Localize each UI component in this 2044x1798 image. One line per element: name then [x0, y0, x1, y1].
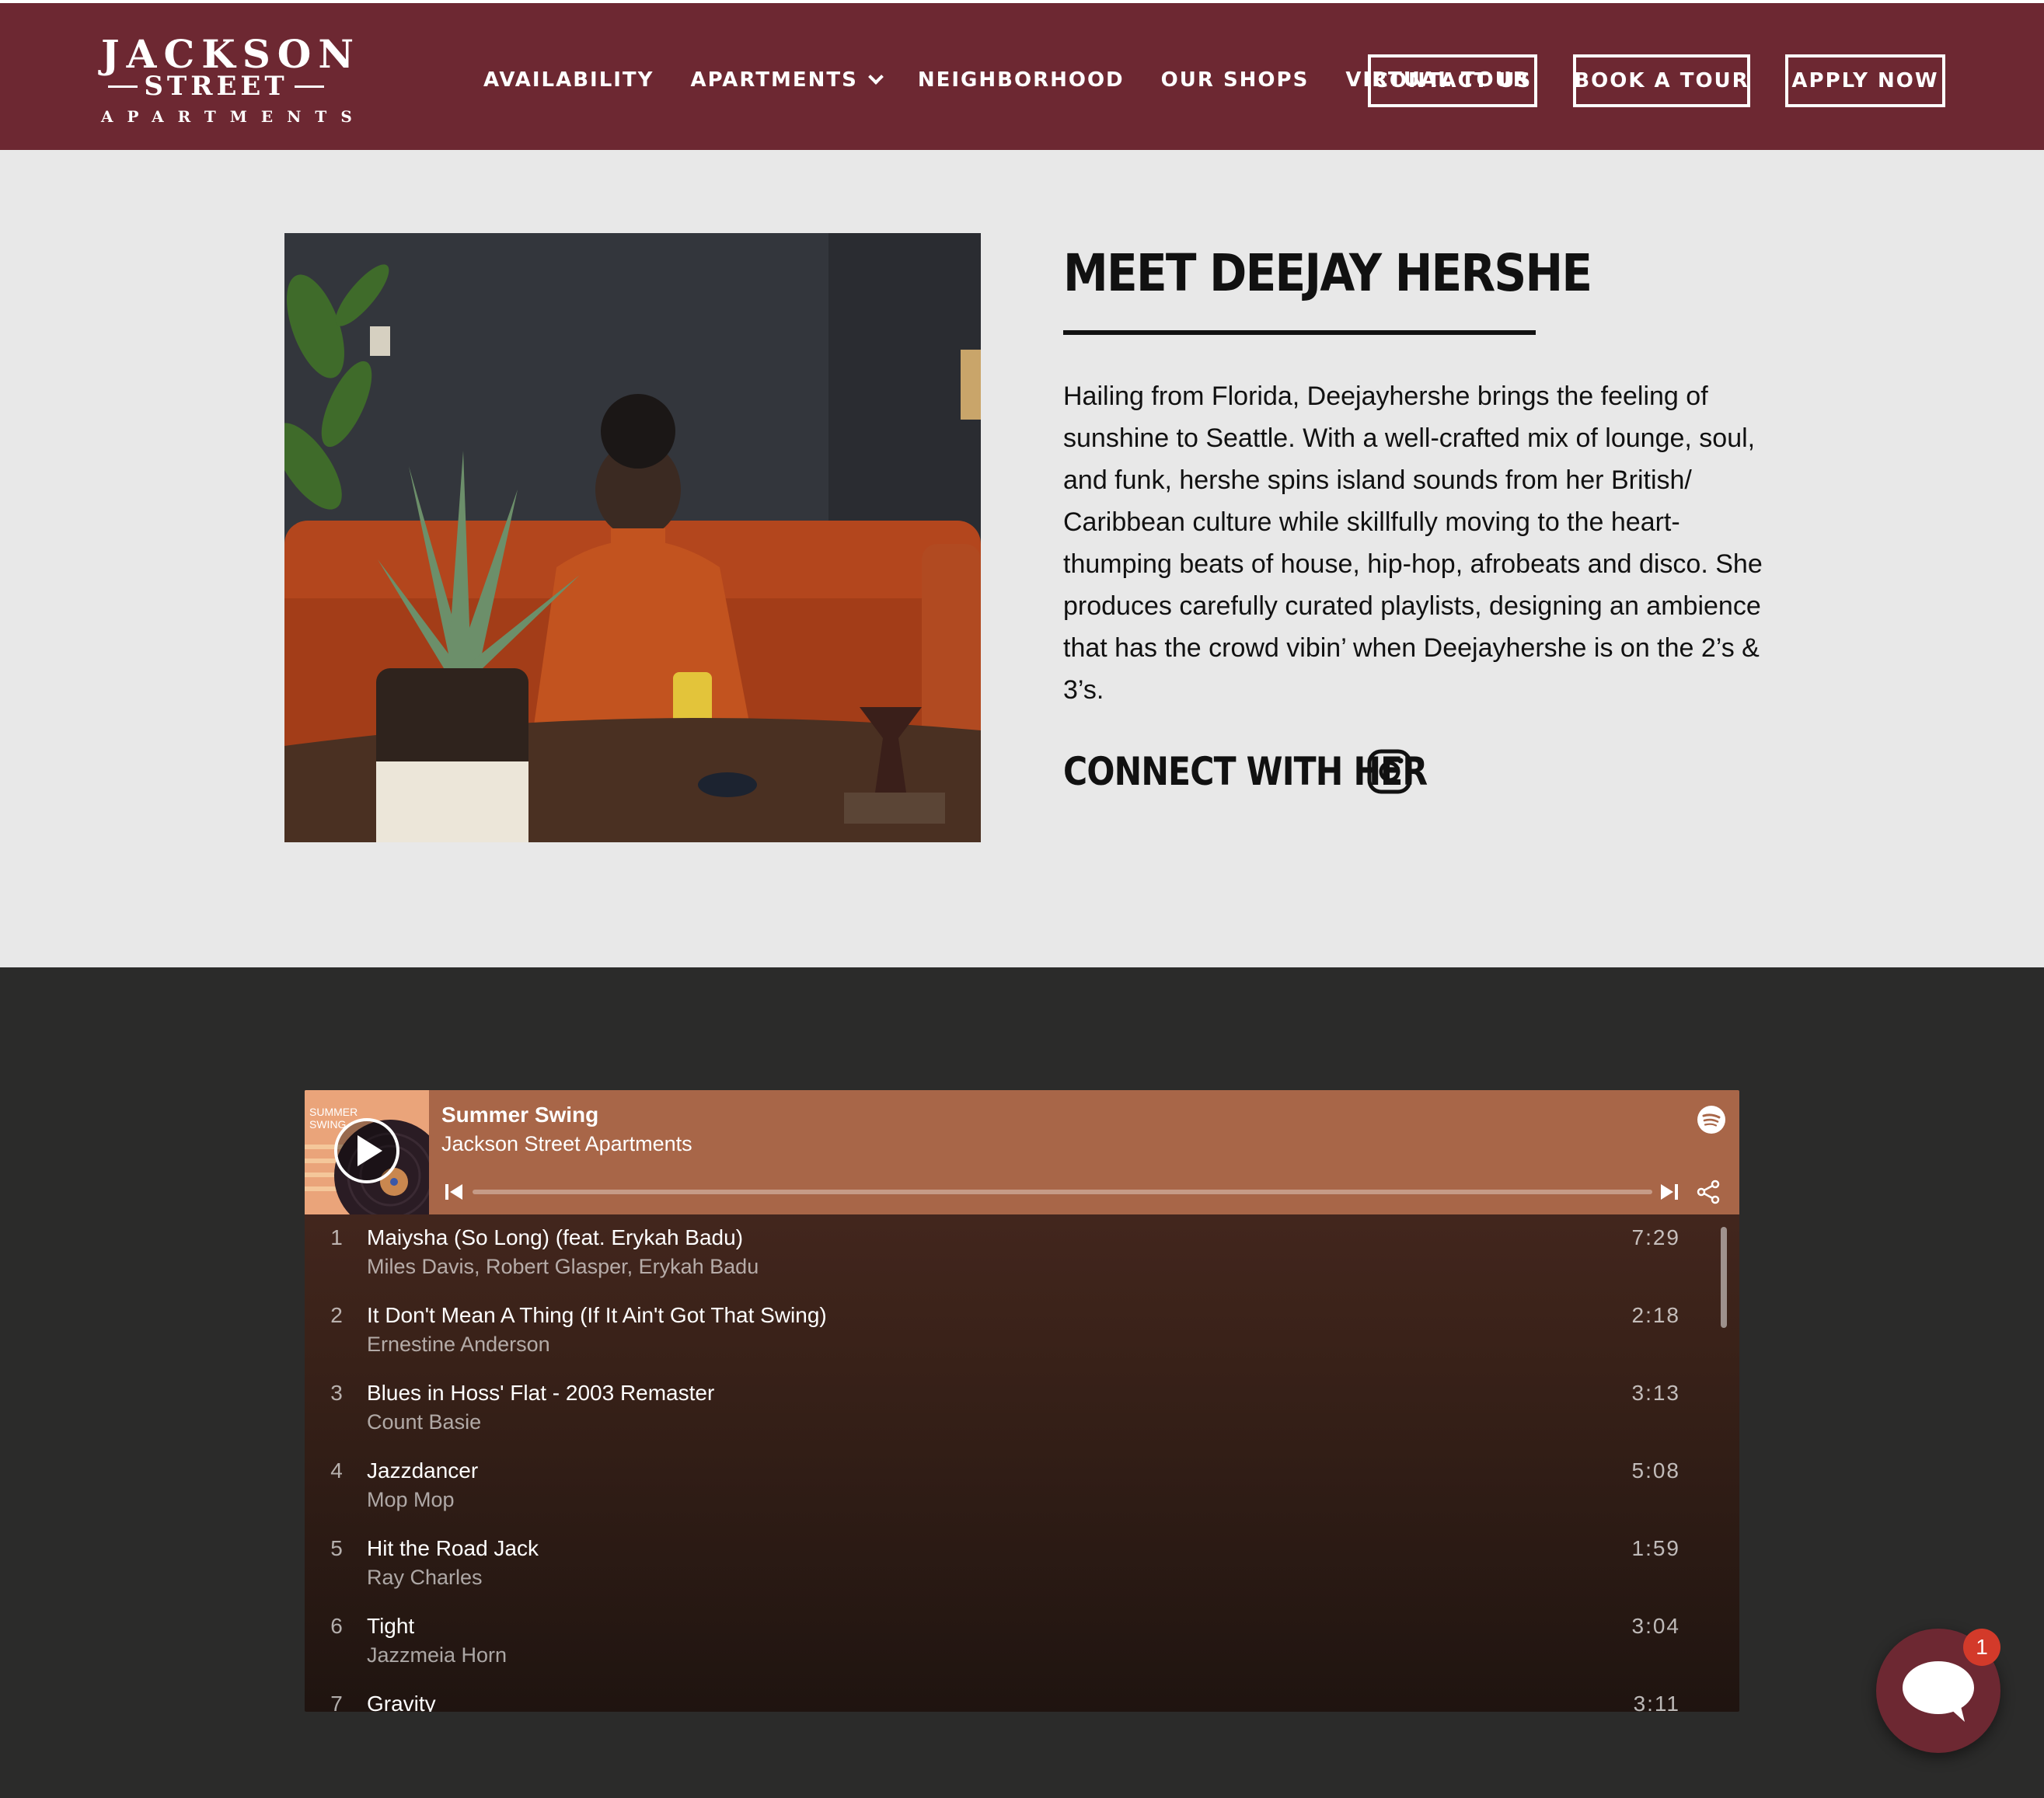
- track-row[interactable]: 4 Jazzdancer Mop Mop 5:08: [305, 1448, 1739, 1525]
- playlist-title[interactable]: Summer Swing: [441, 1103, 598, 1127]
- track-name: Tight: [367, 1614, 415, 1638]
- connect-row: CONNECT WITH HER: [1063, 748, 1428, 795]
- track-name: Maiysha (So Long) (feat. Erykah Badu): [367, 1225, 744, 1249]
- track-duration: 3:04: [1631, 1614, 1680, 1638]
- track-row[interactable]: 6 Tight Jazzmeia Horn 3:04: [305, 1603, 1739, 1681]
- logo-line-apartments: APARTMENTS: [101, 107, 366, 126]
- track-row[interactable]: 2 It Don't Mean A Thing (If It Ain't Got…: [305, 1292, 1739, 1370]
- track-list-scrollbar[interactable]: [1721, 1227, 1727, 1328]
- site-header: JACKSON STREET APARTMENTS AVAILABILITY A…: [0, 0, 2044, 150]
- track-row[interactable]: 3 Blues in Hoss' Flat - 2003 Remaster Co…: [305, 1370, 1739, 1448]
- track-number: 2: [330, 1303, 343, 1327]
- track-duration: 5:08: [1631, 1458, 1680, 1483]
- logo-street-row: STREET: [101, 67, 331, 106]
- player-header: SUMMER SWING Summer Swing Jackson Street…: [305, 1090, 1739, 1214]
- nav-apartments-label: APARTMENTS: [690, 68, 858, 92]
- track-artist: Ray Charles: [367, 1566, 483, 1589]
- track-duration: 2:18: [1631, 1303, 1680, 1327]
- nav-neighborhood[interactable]: NEIGHBORHOOD: [918, 68, 1125, 92]
- logo-rule-left: [108, 85, 138, 88]
- connect-label: CONNECT WITH HER: [1063, 749, 1428, 794]
- nav-apartments[interactable]: APARTMENTS: [690, 68, 884, 92]
- track-artist: Jazzmeia Horn: [367, 1643, 508, 1667]
- track-number: 6: [330, 1614, 343, 1638]
- next-track-icon[interactable]: [1660, 1182, 1679, 1202]
- track-row[interactable]: 1 Maiysha (So Long) (feat. Erykah Badu) …: [305, 1214, 1739, 1292]
- meet-title: MEET DEEJAY HERSHE: [1063, 243, 1592, 303]
- track-duration: 3:11: [1633, 1692, 1680, 1712]
- track-duration: 7:29: [1631, 1225, 1680, 1249]
- track-artist: Ernestine Anderson: [367, 1333, 550, 1356]
- meet-bio: Hailing from Florida, Deejayhershe bring…: [1063, 382, 1763, 705]
- chat-widget-button[interactable]: 1: [1876, 1629, 2000, 1753]
- contact-us-button[interactable]: CONTACT US: [1368, 54, 1537, 107]
- playlist-section: SUMMER SWING Summer Swing Jackson Street…: [0, 967, 2044, 1798]
- playlist-owner[interactable]: Jackson Street Apartments: [441, 1132, 692, 1156]
- share-icon[interactable]: [1696, 1179, 1721, 1205]
- track-duration: 1:59: [1631, 1536, 1680, 1560]
- track-name: Blues in Hoss' Flat - 2003 Remaster: [367, 1381, 715, 1405]
- meet-title-underline: [1063, 330, 1536, 335]
- chevron-down-icon: [867, 69, 884, 85]
- previous-track-icon[interactable]: [445, 1182, 463, 1202]
- nav-our-shops[interactable]: OUR SHOPS: [1161, 68, 1310, 92]
- track-number: 7: [330, 1692, 343, 1712]
- track-name: Hit the Road Jack: [367, 1536, 539, 1560]
- logo-line-street: STREET: [144, 71, 288, 102]
- track-artist: Count Basie: [367, 1410, 482, 1434]
- track-number: 4: [330, 1458, 343, 1483]
- meet-section: MEET DEEJAY HERSHE Hailing from Florida,…: [0, 150, 2044, 967]
- book-a-tour-button[interactable]: BOOK A TOUR: [1573, 54, 1750, 107]
- apply-now-button[interactable]: APPLY NOW: [1785, 54, 1945, 107]
- nav-availability[interactable]: AVAILABILITY: [483, 68, 654, 92]
- track-duration: 3:13: [1631, 1381, 1680, 1405]
- spotify-player: SUMMER SWING Summer Swing Jackson Street…: [305, 1090, 1739, 1712]
- track-name: Gravity: [367, 1692, 436, 1712]
- logo-rule-right: [294, 85, 324, 88]
- track-artist: Miles Davis, Robert Glasper, Erykah Badu: [367, 1255, 759, 1278]
- spotify-icon[interactable]: [1697, 1106, 1725, 1134]
- track-number: 5: [330, 1536, 343, 1560]
- track-name: It Don't Mean A Thing (If It Ain't Got T…: [367, 1303, 827, 1327]
- progress-bar[interactable]: [473, 1190, 1652, 1194]
- chat-bubble-icon: [1903, 1661, 1974, 1722]
- dj-photo-illustration: [284, 233, 981, 842]
- site-logo[interactable]: JACKSON STREET APARTMENTS: [101, 30, 366, 131]
- track-name: Jazzdancer: [367, 1458, 479, 1483]
- track-number: 3: [330, 1381, 343, 1405]
- track-row[interactable]: 5 Hit the Road Jack Ray Charles 1:59: [305, 1525, 1739, 1603]
- track-artist: Mop Mop: [367, 1488, 455, 1511]
- cover-text: SUMMER SWING: [309, 1106, 358, 1131]
- chat-notification-badge: 1: [1963, 1629, 2000, 1666]
- dj-photo: [284, 233, 981, 842]
- track-number: 1: [330, 1225, 343, 1249]
- track-row[interactable]: 7 Gravity 3:11: [305, 1681, 1739, 1712]
- track-list: 1 Maiysha (So Long) (feat. Erykah Badu) …: [305, 1214, 1739, 1712]
